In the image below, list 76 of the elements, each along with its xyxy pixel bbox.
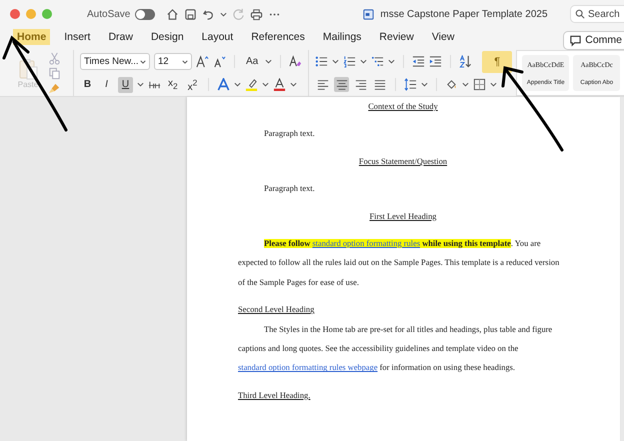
borders-icon[interactable] <box>473 78 486 91</box>
link[interactable]: standard option formatting rules webpage <box>238 363 378 372</box>
format-button[interactable]: B <box>80 76 95 92</box>
ribbon-tab[interactable]: References <box>247 29 309 45</box>
ribbon-tab[interactable]: Home <box>13 29 50 45</box>
caret-icon[interactable] <box>360 58 368 65</box>
align-justify-button[interactable] <box>372 77 388 92</box>
caret-icon[interactable] <box>462 81 470 88</box>
document-icon <box>362 8 376 20</box>
font-size-dropdown[interactable]: 12 <box>154 53 192 70</box>
search-icon <box>575 9 585 19</box>
sort-icon[interactable] <box>459 55 472 68</box>
caret-icon[interactable] <box>290 81 298 88</box>
format-button[interactable]: I <box>99 76 114 92</box>
show-formatting-marks-button[interactable]: ¶ <box>482 50 512 72</box>
shading-icon[interactable] <box>445 78 458 91</box>
caret-icon[interactable] <box>265 58 272 65</box>
heading: First Level Heading <box>368 210 438 223</box>
caret-icon[interactable] <box>234 81 242 88</box>
print-icon[interactable] <box>250 8 264 20</box>
search-field[interactable]: Search <box>570 5 624 23</box>
home-icon[interactable] <box>166 8 180 20</box>
save-icon[interactable] <box>184 8 198 20</box>
align-right-button[interactable] <box>353 77 368 92</box>
multilevel-list-icon[interactable] <box>371 55 384 68</box>
clear-formatting-icon[interactable] <box>289 55 302 68</box>
caret-icon <box>182 58 188 64</box>
caret-icon[interactable] <box>220 10 228 18</box>
change-case-button[interactable]: Aa <box>243 55 262 68</box>
text-effects-icon[interactable] <box>217 78 230 91</box>
caret-icon[interactable] <box>332 58 340 65</box>
autosave-label: AutoSave <box>87 8 130 20</box>
ribbon-tab[interactable]: Mailings <box>318 29 366 45</box>
window-title: msse Capstone Paper Template 2025 <box>380 8 548 20</box>
caret-icon <box>140 58 146 64</box>
paragraph: The Styles in the Home tab are pre-set for all titles and headings, plus table and figure captions and long quotes. See the accessibility guidelines and template video on the standard option formatting rules webpage for information on using these headings. <box>238 324 554 374</box>
paragraph: Paragraph text. <box>263 183 316 196</box>
align-left-button[interactable] <box>315 77 330 92</box>
paragraph: Please follow standard option formatting rules while using this template. You are expected to follow all the rules laid out on the Sample Pages. This template is a reduced version of the Sample Pages for ease of use. <box>238 238 560 289</box>
font-color-icon[interactable] <box>273 78 286 91</box>
script-button[interactable]: x$^{2}$ <box>184 76 200 92</box>
format-button[interactable]: U <box>118 76 133 92</box>
ribbon-tab[interactable]: Layout <box>198 29 238 45</box>
heading: Focus Statement/Question <box>358 156 448 168</box>
shrink-font-icon[interactable] <box>213 55 226 68</box>
caret-icon[interactable] <box>137 81 144 88</box>
undo-icon[interactable] <box>202 8 216 20</box>
paragraph: Paragraph text. <box>263 128 316 140</box>
ribbon-tab[interactable]: Insert <box>60 29 94 45</box>
ribbon-tab[interactable]: Draw <box>104 29 137 45</box>
increase-indent-icon[interactable] <box>429 55 442 68</box>
align-center-button[interactable] <box>334 77 350 92</box>
grow-font-icon[interactable] <box>196 55 209 68</box>
caret-icon[interactable] <box>388 58 396 65</box>
numbering-icon[interactable] <box>343 55 356 68</box>
bullets-icon[interactable] <box>315 55 328 68</box>
autosave-toggle[interactable] <box>135 8 156 20</box>
heading: Third Level Heading. <box>238 390 312 402</box>
comments-button[interactable]: Comme <box>563 30 624 50</box>
script-button[interactable]: x$_{2}$ <box>165 76 181 92</box>
heading: Second Level Heading <box>238 304 316 316</box>
close-button[interactable] <box>10 9 20 19</box>
comment-icon <box>569 34 582 46</box>
caret-icon[interactable] <box>262 81 270 88</box>
ribbon-tab[interactable]: Design <box>146 29 188 45</box>
link[interactable]: standard option formatting rules <box>312 239 420 248</box>
caret-icon[interactable] <box>421 81 428 88</box>
decrease-indent-icon[interactable] <box>412 55 426 68</box>
caret-icon[interactable] <box>490 81 498 88</box>
ribbon-tab[interactable]: Review <box>375 29 418 45</box>
highlighter-icon[interactable] <box>245 78 258 91</box>
ribbon-tab[interactable]: View <box>428 29 458 45</box>
font-name-dropdown[interactable]: Times New... <box>80 53 150 70</box>
line-spacing-icon[interactable] <box>404 78 418 91</box>
clipboard-icon[interactable] <box>18 58 38 80</box>
heading: Context of the Study <box>367 101 439 113</box>
